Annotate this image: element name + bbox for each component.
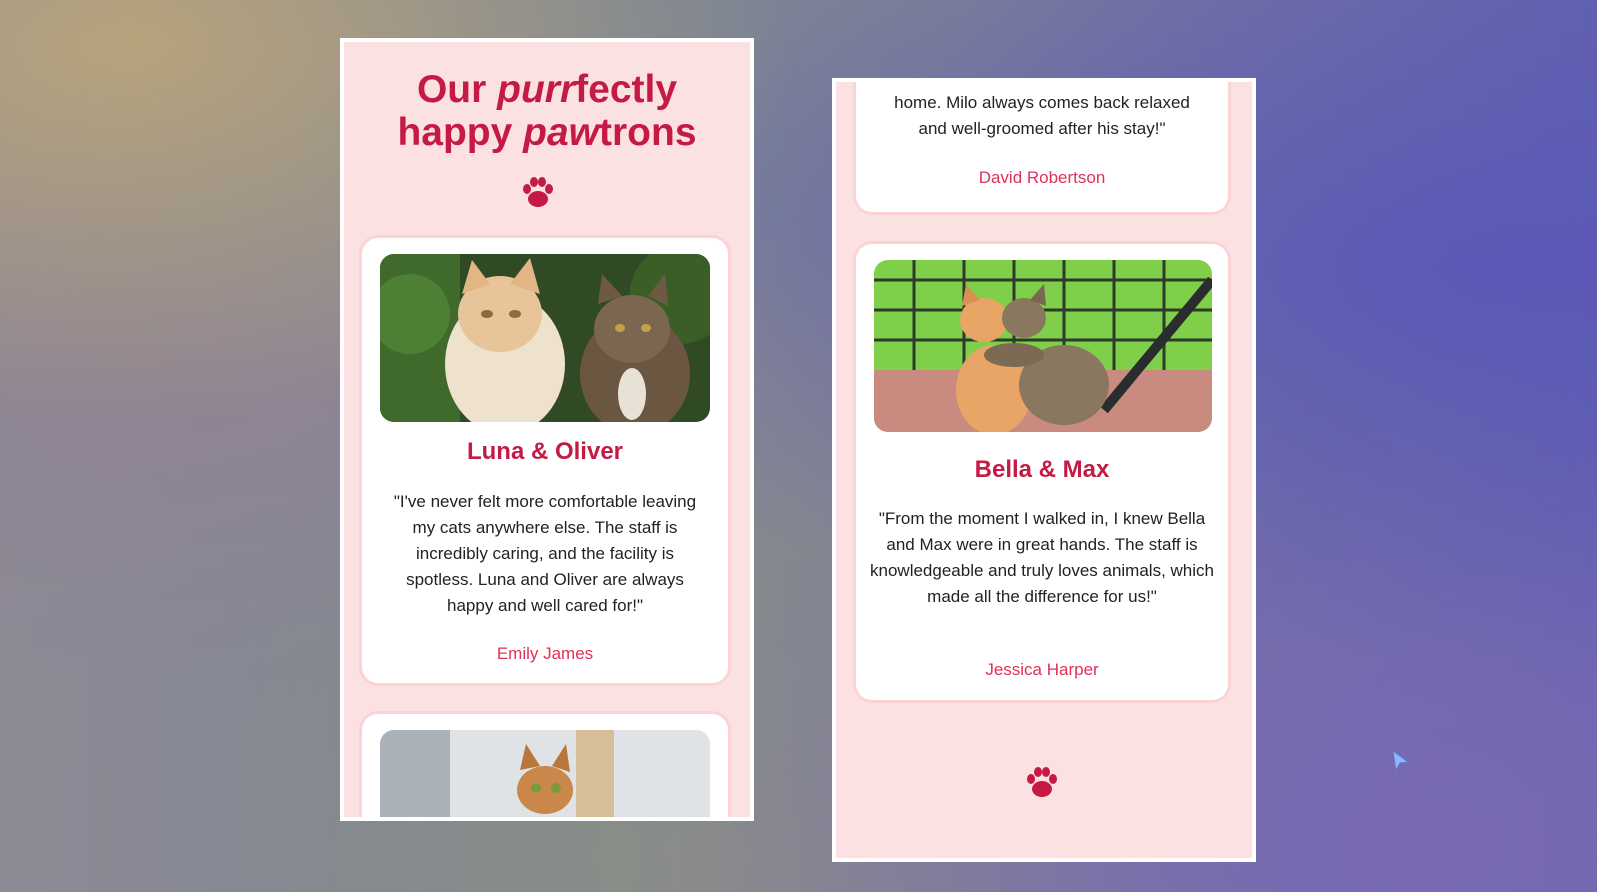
mouse-cursor-icon xyxy=(1392,749,1410,777)
testimonial-author: David Robertson xyxy=(978,168,1106,187)
testimonial-quote-line: home. Milo always comes back relaxed xyxy=(894,93,1190,112)
testimonial-quote-line: and well-groomed after his stay!" xyxy=(918,119,1166,138)
right-phone-screen: home. Milo always comes back relaxed and… xyxy=(832,78,1256,862)
testimonial-quote: "From the moment I walked in, I knew Bel… xyxy=(870,509,1214,606)
testimonial-author: Emily James xyxy=(496,644,594,663)
paw-icon xyxy=(1025,766,1059,798)
left-phone-screen: Our purrfectly happy pawtrons Luna & Oli… xyxy=(340,38,754,821)
testimonial-author: Jessica Harper xyxy=(985,660,1099,679)
pet-name: Bella & Max xyxy=(974,456,1110,483)
paw-icon xyxy=(521,176,555,208)
testimonial-quote: "I've never felt more comfortable leavin… xyxy=(393,492,697,615)
testimonial-card: Bella & Max "From the moment I walked in… xyxy=(856,244,1228,700)
testimonial-card xyxy=(362,714,728,817)
testimonial-card: home. Milo always comes back relaxed and… xyxy=(856,82,1228,212)
page-title: Our purrfectly happy pawtrons xyxy=(397,68,697,154)
testimonial-card: Luna & Oliver "I've never felt more comf… xyxy=(362,238,728,683)
two-cats-photo xyxy=(380,254,710,422)
two-kittens-hugging-photo xyxy=(874,260,1212,432)
pet-name: Luna & Oliver xyxy=(466,438,624,465)
cat-scratching-post-photo xyxy=(380,730,710,817)
